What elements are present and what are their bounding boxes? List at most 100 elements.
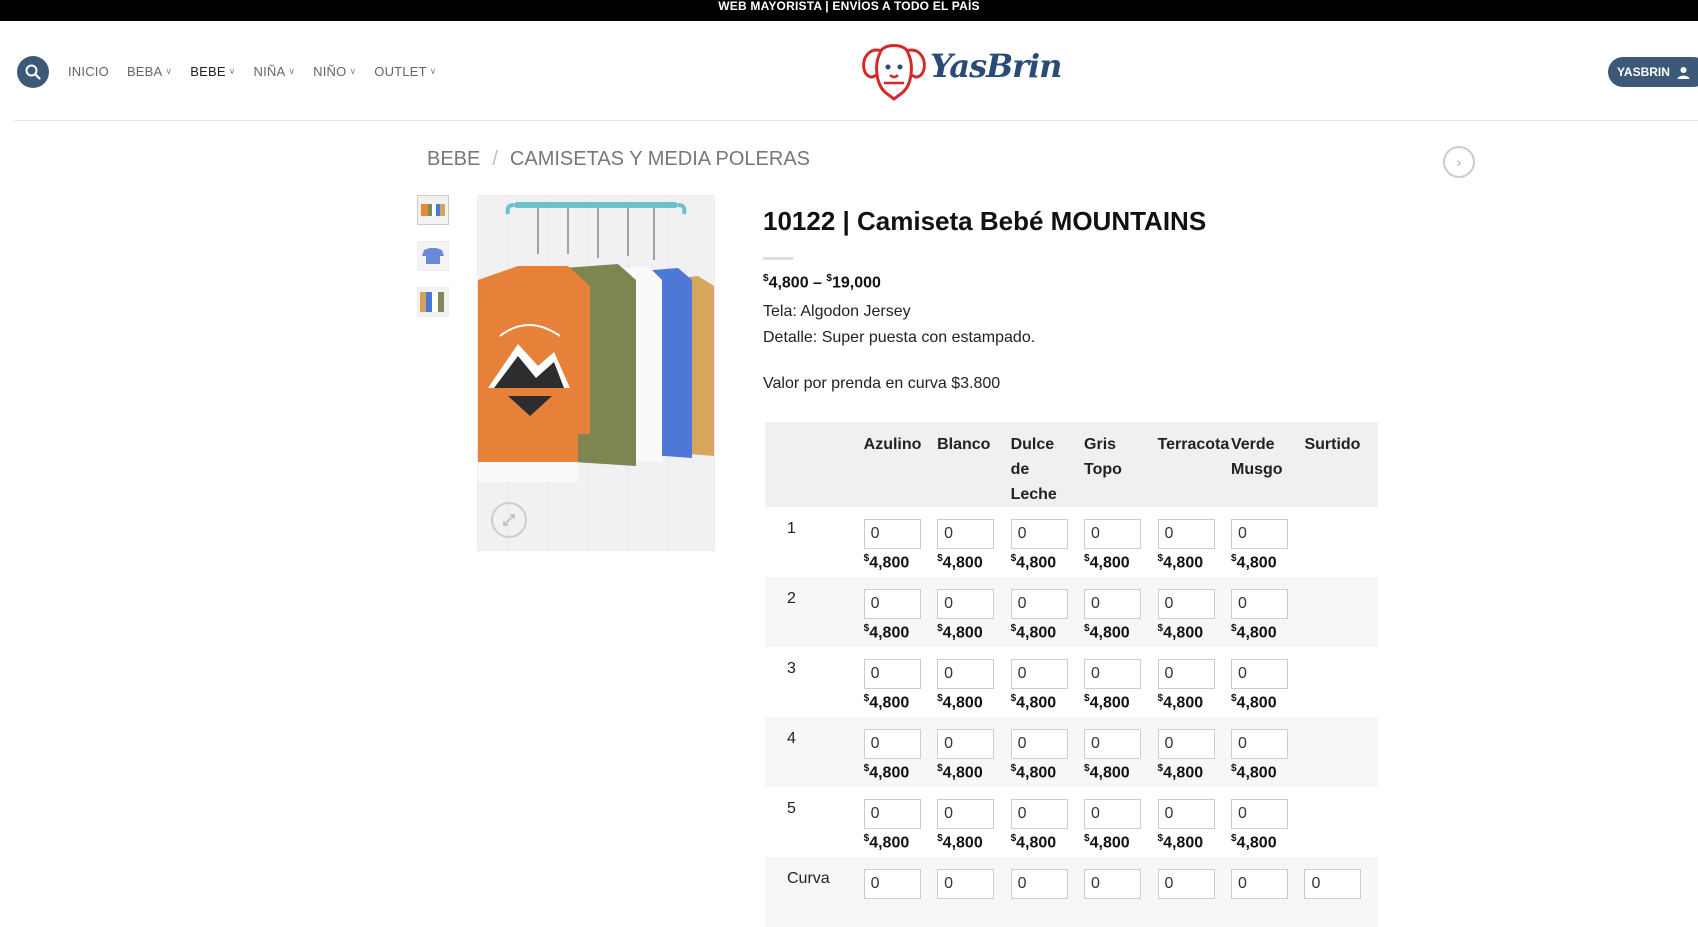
main-nav: INICIO BEBA ∨ BEBE ∨ NIÑA ∨ NIÑO ∨ OUTLET ∨ — [68, 64, 455, 79]
nav-item-niño[interactable]: NIÑO ∨ — [313, 64, 356, 79]
quantity-input[interactable] — [1230, 589, 1288, 619]
column-header-text: Verde — [1230, 436, 1275, 453]
quantity-cell: $4,800 — [937, 647, 1010, 717]
search-button[interactable] — [17, 56, 49, 88]
variant-quantity-table: Azulino Blanco Dulce de Leche Gris Topo Terraco… — [765, 422, 1378, 927]
quantity-input[interactable] — [937, 519, 995, 549]
zoom-button[interactable] — [491, 502, 527, 538]
announcement-text: WEB MAYORISTA | ENVÍOS A TODO EL PAÍS — [718, 0, 980, 13]
curve-value-note: Valor por prenda en curva $3.800 — [763, 375, 1001, 392]
table-row: 1$4,800$4,800$4,800$4,800$4,800$4,800 — [765, 507, 1378, 577]
quantity-input[interactable] — [937, 729, 995, 759]
quantity-input[interactable] — [1230, 519, 1288, 549]
table-row: 3$4,800$4,800$4,800$4,800$4,800$4,800 — [765, 647, 1378, 717]
quantity-input[interactable] — [1010, 519, 1068, 549]
quantity-input[interactable] — [863, 869, 921, 899]
quantity-input[interactable] — [1010, 659, 1068, 689]
quantity-input[interactable] — [863, 659, 921, 689]
quantity-input[interactable] — [937, 659, 995, 689]
next-product-button[interactable]: › — [1443, 146, 1475, 178]
nav-item-bebe[interactable]: BEBE ∨ — [190, 64, 235, 79]
breadcrumb-item-bebe[interactable]: BEBE — [427, 148, 480, 171]
price-amount: 4,800 — [1016, 694, 1057, 712]
price-amount: 4,800 — [1089, 834, 1130, 852]
quantity-cell: $4,800 — [863, 717, 937, 787]
quantity-input[interactable] — [1010, 729, 1068, 759]
quantity-input[interactable] — [863, 589, 921, 619]
thumbnail-2[interactable] — [417, 241, 449, 271]
quantity-input[interactable] — [937, 589, 995, 619]
nav-item-outlet[interactable]: OUTLET ∨ — [374, 64, 436, 79]
price-amount: 4,800 — [869, 694, 910, 712]
chevron-down-icon: ∨ — [349, 66, 357, 76]
quantity-cell: $4,800 — [1084, 787, 1157, 857]
quantity-input[interactable] — [1230, 729, 1288, 759]
quantity-cell: $4,800 — [1157, 507, 1231, 577]
chevron-down-icon: ∨ — [429, 66, 437, 76]
quantity-input[interactable] — [1157, 519, 1215, 549]
expand-icon — [503, 514, 515, 526]
chevron-down-icon: ∨ — [288, 66, 296, 76]
breadcrumb-item-camisetas[interactable]: CAMISETAS Y MEDIA POLERAS — [510, 148, 810, 171]
quantity-input[interactable] — [1157, 729, 1215, 759]
quantity-input[interactable] — [1230, 799, 1288, 829]
quantity-input[interactable] — [1084, 659, 1142, 689]
quantity-cell: $4,800 — [863, 787, 937, 857]
quantity-input[interactable] — [937, 799, 995, 829]
price-amount: 4,800 — [1016, 624, 1057, 642]
quantity-cell: $4,800 — [1084, 507, 1157, 577]
nav-item-inicio[interactable]: INICIO — [68, 64, 109, 79]
quantity-input[interactable] — [863, 729, 921, 759]
thumbnail-3[interactable] — [417, 287, 449, 317]
column-header-text: Gris — [1084, 436, 1117, 453]
variant-price: $4,800 — [1231, 833, 1304, 852]
quantity-input[interactable] — [1230, 659, 1288, 689]
chevron-down-icon: ∨ — [165, 66, 173, 76]
chevron-right-icon: › — [1456, 154, 1462, 170]
table-row-curva: Curva — [765, 857, 1378, 927]
variant-price: $4,800 — [864, 763, 937, 782]
product-main-image[interactable] — [477, 195, 715, 551]
column-header: Azulino — [864, 422, 937, 507]
search-icon — [25, 64, 41, 80]
quantity-cell — [1230, 857, 1304, 927]
quantity-input[interactable] — [1010, 799, 1068, 829]
site-logo[interactable]: YasBrin — [860, 39, 1062, 105]
price-amount: 4,800 — [1163, 694, 1204, 712]
quantity-input[interactable] — [1084, 799, 1142, 829]
user-icon — [1677, 66, 1690, 79]
variant-price: $4,800 — [1011, 623, 1084, 642]
quantity-input[interactable] — [1084, 869, 1142, 899]
empty-cell — [1304, 647, 1378, 717]
thumbnail-1[interactable] — [417, 195, 449, 225]
nav-item-niña[interactable]: NIÑA ∨ — [254, 64, 296, 79]
account-button[interactable]: YASBRIN — [1608, 57, 1698, 87]
variant-price: $4,800 — [937, 693, 1010, 712]
quantity-input[interactable] — [1084, 519, 1142, 549]
quantity-input[interactable] — [1230, 869, 1288, 899]
quantity-input[interactable] — [1157, 659, 1215, 689]
variant-price: $4,800 — [864, 833, 937, 852]
variant-price: $4,800 — [1231, 623, 1304, 642]
quantity-cell — [1010, 857, 1084, 927]
quantity-input[interactable] — [1010, 589, 1068, 619]
quantity-input[interactable] — [863, 799, 921, 829]
quantity-input[interactable] — [1157, 799, 1215, 829]
empty-cell — [1304, 717, 1378, 787]
nav-item-beba[interactable]: BEBA ∨ — [127, 64, 172, 79]
quantity-input[interactable] — [1157, 589, 1215, 619]
quantity-cell: $4,800 — [1084, 577, 1157, 647]
quantity-input[interactable] — [1084, 729, 1142, 759]
quantity-input[interactable] — [937, 869, 995, 899]
quantity-input[interactable] — [1157, 869, 1215, 899]
quantity-input[interactable] — [1010, 869, 1068, 899]
quantity-input[interactable] — [863, 519, 921, 549]
nav-item-label: BEBE — [190, 64, 226, 79]
price-amount: 4,800 — [1016, 554, 1057, 572]
quantity-input[interactable] — [1304, 869, 1362, 899]
column-header-text: Topo — [1084, 461, 1122, 478]
bunny-logo-icon — [862, 44, 926, 101]
quantity-cell: $4,800 — [1157, 787, 1231, 857]
quantity-input[interactable] — [1084, 589, 1142, 619]
price-amount: 4,800 — [1163, 764, 1204, 782]
